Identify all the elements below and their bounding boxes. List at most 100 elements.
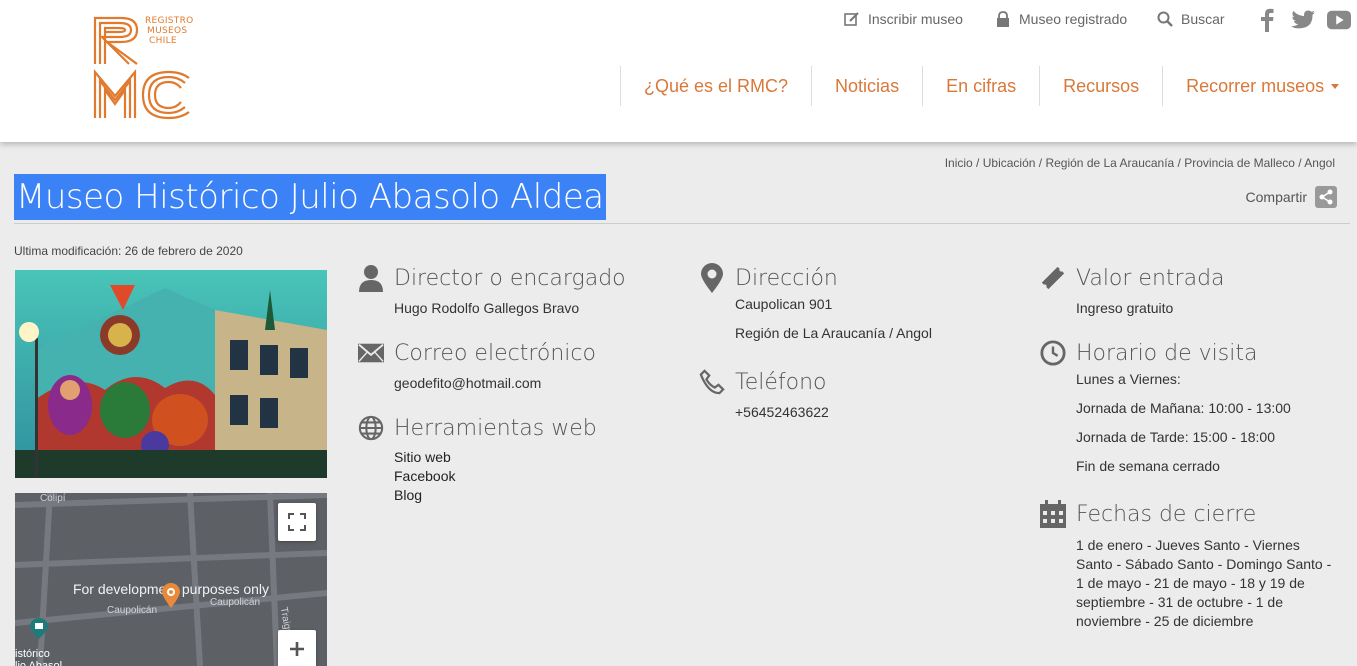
sitio-web-link[interactable]: Sitio web bbox=[394, 448, 597, 467]
director-heading-text: Director o encargado bbox=[394, 265, 626, 291]
envelope-icon bbox=[358, 340, 384, 366]
breadcrumb-sep: / bbox=[1035, 156, 1046, 170]
map-street-label: Colipí bbox=[40, 493, 66, 504]
hours-heading-text: Horario de visita bbox=[1076, 340, 1258, 366]
page-title: Museo Histórico Julio Abasolo Aldea bbox=[14, 174, 606, 220]
map-street-label: Caupolicán bbox=[107, 605, 158, 616]
twitter-icon[interactable] bbox=[1291, 8, 1315, 32]
clock-icon bbox=[1040, 340, 1066, 366]
hours-line: Lunes a Viernes: bbox=[1076, 371, 1181, 387]
breadcrumb-sep: / bbox=[1294, 156, 1305, 170]
site-header: REGISTRO MUSEOS CHILE Inscribir museo Mu… bbox=[0, 0, 1357, 142]
entry-value: Ingreso gratuito bbox=[1076, 300, 1174, 316]
breadcrumb-provincia[interactable]: Provincia de Malleco bbox=[1184, 156, 1295, 170]
share-icon bbox=[1315, 186, 1337, 208]
search-icon bbox=[1157, 11, 1173, 27]
hours-line: Jornada de Tarde: 15:00 - 18:00 bbox=[1076, 429, 1276, 445]
youtube-icon[interactable] bbox=[1327, 8, 1351, 32]
calendar-icon bbox=[1040, 500, 1066, 528]
map-place-label: istórico lio Abasol bbox=[15, 648, 63, 666]
museum-mural-image bbox=[15, 270, 327, 478]
user-icon bbox=[358, 265, 384, 292]
email-heading-text: Correo electrónico bbox=[394, 340, 596, 366]
web-tools-section: Herramientas web Sitio web Facebook Blog bbox=[358, 412, 597, 505]
address-line-2: Región de La Araucanía / Angol bbox=[735, 325, 932, 341]
nav-label: Recorrer museos bbox=[1186, 75, 1325, 96]
closing-heading: Fechas de cierre bbox=[1040, 498, 1338, 530]
nav-label: Noticias bbox=[835, 75, 900, 96]
nav-recursos[interactable]: Recursos bbox=[1039, 66, 1162, 106]
breadcrumb-angol[interactable]: Angol bbox=[1304, 156, 1335, 170]
museum-poi-icon[interactable] bbox=[30, 618, 48, 645]
logo-text-line: REGISTRO bbox=[145, 16, 194, 26]
breadcrumb-region[interactable]: Región de La Araucanía bbox=[1045, 156, 1174, 170]
director-heading: Director o encargado bbox=[358, 262, 626, 294]
museo-registrado-label: Museo registrado bbox=[1019, 11, 1128, 27]
address-heading-text: Dirección bbox=[735, 265, 838, 291]
web-tools-heading-text: Herramientas web bbox=[394, 415, 597, 441]
breadcrumb-sep: / bbox=[972, 156, 983, 170]
buscar-label: Buscar bbox=[1181, 11, 1225, 27]
edit-icon bbox=[844, 11, 860, 27]
nav-label: En cifras bbox=[946, 75, 1017, 96]
last-modified: Ultima modificación: 26 de febrero de 20… bbox=[14, 244, 243, 258]
title-divider bbox=[14, 223, 1350, 224]
director-section: Director o encargado Hugo Rodolfo Galleg… bbox=[358, 262, 626, 316]
phone-section: Teléfono +56452463622 bbox=[699, 366, 829, 420]
web-tools-heading: Herramientas web bbox=[358, 412, 597, 444]
lock-icon bbox=[995, 11, 1011, 27]
closing-dates: 1 de enero - Jueves Santo - Viernes Sant… bbox=[1076, 537, 1332, 629]
phone-heading-text: Teléfono bbox=[735, 369, 827, 395]
nav-label: ¿Qué es el RMC? bbox=[644, 75, 789, 96]
breadcrumb-ubicacion[interactable]: Ubicación bbox=[983, 156, 1036, 170]
map-marker-icon bbox=[699, 263, 725, 293]
logo-text-line: MUSEOS bbox=[147, 26, 188, 36]
email-section: Correo electrónico geodefito@hotmail.com bbox=[358, 337, 596, 391]
museo-registrado-link[interactable]: Museo registrado bbox=[995, 8, 1127, 30]
map-pin-icon[interactable] bbox=[162, 583, 180, 614]
location-map[interactable]: Colipí Caupolicán Caupolicán Traiguén Fo… bbox=[15, 493, 327, 666]
nav-label: Recursos bbox=[1063, 75, 1140, 96]
address-line-1: Caupolican 901 bbox=[735, 296, 833, 312]
email-value[interactable]: geodefito@hotmail.com bbox=[394, 375, 596, 391]
inscribir-museo-label: Inscribir museo bbox=[868, 11, 963, 27]
share-label: Compartir bbox=[1245, 189, 1307, 205]
facebook-icon[interactable] bbox=[1255, 8, 1279, 32]
buscar-link[interactable]: Buscar bbox=[1157, 8, 1225, 30]
entry-heading-text: Valor entrada bbox=[1076, 265, 1225, 291]
main-nav: ¿Qué es el RMC? Noticias En cifras Recur… bbox=[620, 66, 1357, 106]
logo-text-line: CHILE bbox=[149, 36, 177, 46]
nav-recorrer-museos[interactable]: Recorrer museos bbox=[1162, 66, 1357, 106]
email-heading: Correo electrónico bbox=[358, 337, 596, 369]
globe-icon bbox=[358, 415, 384, 441]
director-name: Hugo Rodolfo Gallegos Bravo bbox=[394, 300, 580, 316]
hours-section: Horario de visita Lunes a Viernes: Jorna… bbox=[1040, 337, 1291, 481]
map-zoom-in-button[interactable] bbox=[278, 630, 316, 666]
logo-text: REGISTRO MUSEOS CHILE bbox=[145, 16, 194, 46]
social-links bbox=[1255, 8, 1351, 32]
closing-section: Fechas de cierre 1 de enero - Jueves San… bbox=[1040, 498, 1338, 631]
inscribir-museo-link[interactable]: Inscribir museo bbox=[844, 8, 963, 30]
nav-noticias[interactable]: Noticias bbox=[811, 66, 922, 106]
fullscreen-icon bbox=[288, 513, 306, 531]
address-section: Dirección Caupolican 901 Región de La Ar… bbox=[699, 262, 932, 348]
phone-value[interactable]: +56452463622 bbox=[735, 404, 829, 420]
phone-heading: Teléfono bbox=[699, 366, 829, 398]
nav-que-es-rmc[interactable]: ¿Qué es el RMC? bbox=[620, 66, 811, 106]
hours-line: Jornada de Mañana: 10:00 - 13:00 bbox=[1076, 400, 1291, 416]
ticket-icon bbox=[1040, 265, 1066, 291]
breadcrumb-inicio[interactable]: Inicio bbox=[945, 156, 973, 170]
breadcrumb-sep: / bbox=[1174, 156, 1185, 170]
map-fullscreen-button[interactable] bbox=[278, 503, 316, 541]
facebook-link[interactable]: Facebook bbox=[394, 467, 597, 486]
closing-heading-text: Fechas de cierre bbox=[1076, 501, 1257, 527]
nav-en-cifras[interactable]: En cifras bbox=[922, 66, 1039, 106]
breadcrumb: Inicio / Ubicación / Región de La Arauca… bbox=[945, 156, 1335, 170]
blog-link[interactable]: Blog bbox=[394, 486, 597, 505]
entry-heading: Valor entrada bbox=[1040, 262, 1225, 294]
map-street-label: Caupolicán bbox=[210, 597, 261, 608]
share-button[interactable]: Compartir bbox=[1246, 186, 1337, 208]
phone-icon bbox=[699, 369, 725, 395]
rmc-logo[interactable]: REGISTRO MUSEOS CHILE bbox=[93, 16, 193, 120]
plus-icon bbox=[290, 642, 304, 656]
